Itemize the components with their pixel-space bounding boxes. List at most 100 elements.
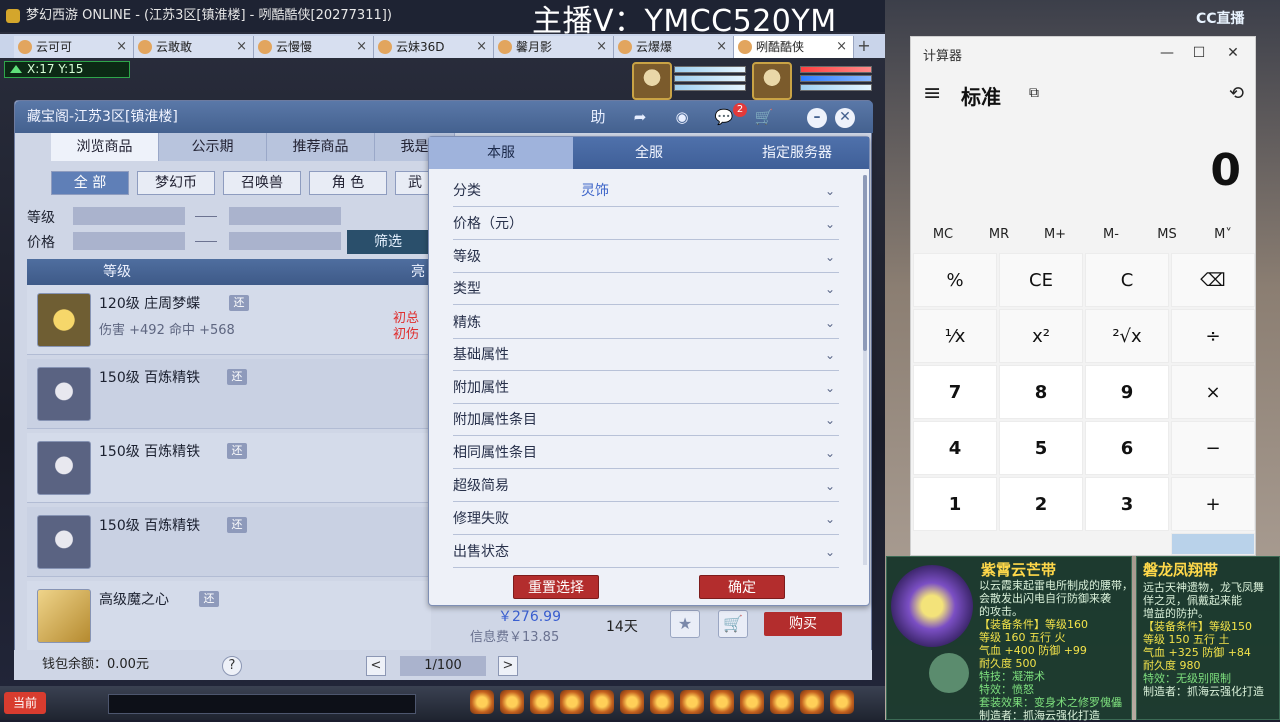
close-icon[interactable]: × [716, 36, 727, 58]
favorite-star-icon[interactable]: ★ [670, 610, 700, 638]
list-item[interactable]: 150级 百炼精铁 还 [27, 433, 431, 503]
player-avatar[interactable] [752, 62, 792, 100]
filter-row-extra-attr-count[interactable]: 附加属性条目 ⌄ [453, 404, 839, 436]
digit-7-key[interactable]: 7 [913, 365, 997, 419]
mall-icon[interactable] [770, 690, 794, 714]
close-icon[interactable]: × [836, 36, 847, 58]
hamburger-menu-icon[interactable]: ≡ [923, 81, 941, 106]
sqrt-key[interactable]: ²√x [1085, 309, 1169, 363]
digit-8-key[interactable]: 8 [999, 365, 1083, 419]
filter-row-type[interactable]: 类型 ⌄ [453, 273, 839, 305]
attack-icon[interactable] [470, 690, 494, 714]
memory-add-button[interactable]: M+ [1027, 227, 1083, 242]
memory-clear-button[interactable]: MC [915, 227, 971, 242]
share-icon[interactable]: ➦ [629, 107, 651, 127]
activity-icon[interactable] [740, 690, 764, 714]
digit-9-key[interactable]: 9 [1085, 365, 1169, 419]
digit-5-key[interactable]: 5 [999, 421, 1083, 475]
filter-row-same-attr[interactable]: 相同属性条目 ⌄ [453, 437, 839, 469]
list-item[interactable]: 高级魔之心 还 [27, 581, 431, 651]
list-item[interactable]: 120级 庄周梦蝶 还 伤害 +492 命中 +568 [27, 285, 431, 355]
filter-row-repair-fail[interactable]: 修理失败 ⌄ [453, 503, 839, 535]
list-item[interactable]: 150级 百炼精铁 还 [27, 507, 431, 577]
trade-icon[interactable] [560, 690, 584, 714]
tab-publicity[interactable]: 公示期 [159, 133, 267, 161]
equals-key[interactable] [1171, 533, 1255, 555]
next-page-button[interactable]: > [498, 656, 518, 676]
menu-icon[interactable] [830, 690, 854, 714]
tab-account-active[interactable]: 咧酷酷侠 × [734, 36, 854, 58]
pet-icon[interactable] [620, 690, 644, 714]
cart-icon[interactable]: 🛒 [753, 107, 775, 127]
close-button[interactable]: ✕ [835, 108, 855, 128]
square-key[interactable]: x² [999, 309, 1083, 363]
memory-list-button[interactable]: M˅ [1195, 227, 1251, 242]
item-icon[interactable] [500, 690, 524, 714]
filter-button[interactable]: 筛选 [347, 230, 429, 254]
close-icon[interactable]: × [236, 36, 247, 58]
close-button[interactable]: ✕ [1217, 41, 1249, 65]
give-icon[interactable] [530, 690, 554, 714]
filter-row-refine[interactable]: 精炼 ⌄ [453, 307, 839, 339]
multiply-key[interactable]: × [1171, 365, 1255, 419]
filter-row-extra-attr[interactable]: 附加属性 ⌄ [453, 372, 839, 404]
chat-input[interactable] [108, 694, 416, 714]
minimize-button[interactable]: – [807, 108, 827, 128]
tab-account[interactable]: 云可可 × [14, 36, 134, 58]
close-icon[interactable]: × [116, 36, 127, 58]
history-icon[interactable]: ⟲ [1229, 83, 1244, 104]
category-summon[interactable]: 召唤兽 [223, 171, 301, 195]
filter-row-price[interactable]: 价格（元） ⌄ [453, 208, 839, 240]
plus-key[interactable]: + [1171, 477, 1255, 531]
memory-subtract-button[interactable]: M- [1083, 227, 1139, 242]
quest-icon[interactable] [650, 690, 674, 714]
price-min-input[interactable] [73, 232, 185, 250]
close-icon[interactable]: × [596, 36, 607, 58]
add-cart-icon[interactable]: 🛒 [718, 610, 748, 638]
tab-this-server[interactable]: 本服 [429, 137, 573, 169]
tab-all-servers[interactable]: 全服 [573, 137, 725, 169]
category-all[interactable]: 全 部 [51, 171, 129, 195]
tab-account[interactable]: 云妹36D × [374, 36, 494, 58]
record-icon[interactable]: ◉ [671, 107, 693, 127]
friends-icon[interactable] [710, 690, 734, 714]
keep-on-top-icon[interactable]: ⧉ [1029, 85, 1039, 101]
list-item[interactable]: 150级 百炼精铁 还 [27, 359, 431, 429]
add-tab-button[interactable]: + [854, 36, 874, 58]
maximize-button[interactable]: ☐ [1183, 41, 1215, 65]
tab-recommended[interactable]: 推荐商品 [267, 133, 375, 161]
level-max-input[interactable] [229, 207, 341, 225]
minus-key[interactable]: − [1171, 421, 1255, 475]
filter-row-category[interactable]: 分类 灵饰 ⌄ [453, 175, 839, 207]
digit-4-key[interactable]: 4 [913, 421, 997, 475]
tab-account[interactable]: 云敢敢 × [134, 36, 254, 58]
filter-row-base-attr[interactable]: 基础属性 ⌄ [453, 339, 839, 371]
filter-row-sale-status[interactable]: 出售状态 ⌄ [453, 536, 839, 568]
minimize-button[interactable]: — [1151, 41, 1183, 65]
level-min-input[interactable] [73, 207, 185, 225]
reset-button[interactable]: 重置选择 [513, 575, 599, 599]
memory-store-button[interactable]: MS [1139, 227, 1195, 242]
help-icon[interactable]: ? [222, 656, 242, 676]
system-icon[interactable] [800, 690, 824, 714]
tab-account[interactable]: 云慢慢 × [254, 36, 374, 58]
price-max-input[interactable] [229, 232, 341, 250]
clear-key[interactable]: C [1085, 253, 1169, 307]
chat-icon[interactable]: 💬 [713, 107, 735, 127]
tab-specific-server[interactable]: 指定服务器 [725, 137, 869, 169]
team-icon[interactable] [590, 690, 614, 714]
reciprocal-key[interactable]: ¹⁄x [913, 309, 997, 363]
panel-scroll-thumb[interactable] [863, 175, 867, 351]
tab-account[interactable]: 馨月影 × [494, 36, 614, 58]
confirm-button[interactable]: 确定 [699, 575, 785, 599]
digit-2-key[interactable]: 2 [999, 477, 1083, 531]
channel-current-button[interactable]: 当前 [4, 692, 46, 714]
buy-button[interactable]: 购买 [764, 612, 842, 636]
category-role[interactable]: 角 色 [309, 171, 387, 195]
memory-recall-button[interactable]: MR [971, 227, 1027, 242]
close-icon[interactable]: × [476, 36, 487, 58]
guild-icon[interactable] [680, 690, 704, 714]
help-button[interactable]: 助 [587, 107, 609, 127]
backspace-key[interactable]: ⌫ [1171, 253, 1255, 307]
percent-key[interactable]: % [913, 253, 997, 307]
